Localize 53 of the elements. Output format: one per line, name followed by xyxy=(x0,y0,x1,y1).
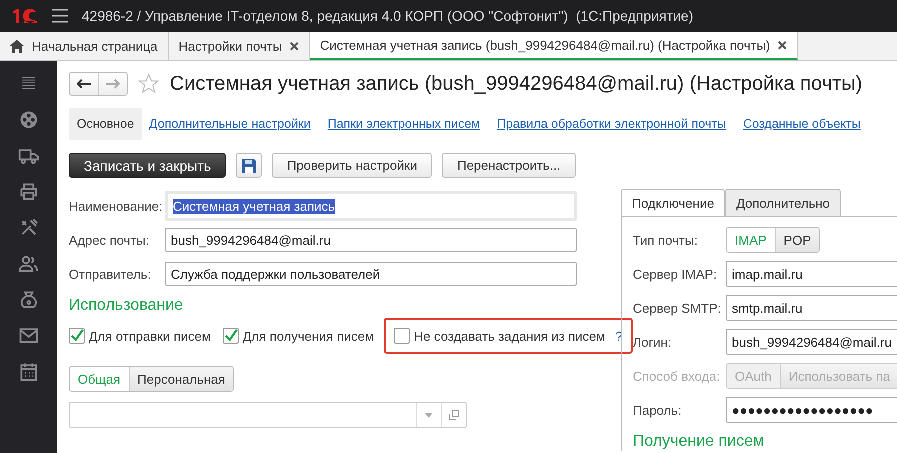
page-tab[interactable]: Системная учетная запись (bush_9994296484@mail.ru) (Настройка почты) xyxy=(310,32,798,60)
toggle-option[interactable]: POP xyxy=(774,228,820,252)
home-icon xyxy=(10,40,24,52)
form-title: Системная учетная запись (bush_9994296484@mail.ru) (Настройка почты) xyxy=(170,72,863,96)
toggle-option[interactable]: Персональная xyxy=(128,367,234,391)
field-label: Адрес почты: xyxy=(69,232,150,248)
command-button[interactable]: Проверить настройки xyxy=(272,153,432,178)
field-label: Тип почты: xyxy=(633,232,699,248)
checkbox-label[interactable]: Для отправки писем xyxy=(89,328,211,344)
checkbox-label[interactable]: Не создавать задания из писем xyxy=(414,328,606,344)
checkbox-label[interactable]: Для получения писем xyxy=(242,328,374,344)
logo-icon[interactable] xyxy=(12,8,38,24)
menu-icon[interactable] xyxy=(52,9,68,23)
people-icon[interactable] xyxy=(18,253,40,275)
section-link[interactable]: Правила обработки электронной почты xyxy=(497,117,726,131)
input-field[interactable]: bush_9994296484@mail.ru xyxy=(726,329,897,355)
input-field[interactable]: smtp.mail.ru xyxy=(726,295,897,321)
panel-tab[interactable]: Подключение xyxy=(621,189,726,216)
field-label: Логин: xyxy=(633,334,673,350)
back-arrow-icon xyxy=(77,79,91,89)
checkbox[interactable] xyxy=(394,328,410,344)
field-label: Пароль: xyxy=(633,402,683,418)
input-field[interactable]: Системная учетная запись xyxy=(165,191,577,221)
section-link[interactable]: Папки электронных писем xyxy=(328,117,480,131)
section-heading: Использование xyxy=(69,297,184,315)
field-label: Сервер SMTP: xyxy=(633,300,722,316)
window-title: 42986-2 / Управление IT-отделом 8, редакция 4.0 КОРП (ООО "Софтонит") (1С:Предприятие) xyxy=(82,8,694,24)
section-link[interactable]: Созданные объекты xyxy=(743,117,861,131)
save-close-button[interactable]: Записать и закрыть xyxy=(69,153,226,178)
input-field[interactable]: Служба поддержки пользователей xyxy=(165,262,577,286)
section-link[interactable]: Основное xyxy=(69,108,142,140)
open-icon[interactable] xyxy=(448,410,460,420)
input-field[interactable]: ●●●●●●●●●●●●●●●●●● xyxy=(726,397,897,423)
section-link[interactable]: Дополнительные настройки xyxy=(149,117,311,131)
section-heading: Получение писем xyxy=(633,433,766,451)
close-icon[interactable] xyxy=(778,40,788,50)
star-icon[interactable] xyxy=(138,73,160,95)
forward-arrow-icon xyxy=(106,79,120,89)
checkbox[interactable] xyxy=(69,328,85,344)
field-label: Наименование: xyxy=(69,198,164,214)
close-icon[interactable] xyxy=(290,42,300,50)
floppy-icon xyxy=(242,158,256,172)
input-field[interactable]: bush_9994296484@mail.ru xyxy=(165,228,577,252)
save-button[interactable] xyxy=(236,153,262,178)
checkbox[interactable] xyxy=(222,328,239,344)
field-label: Сервер IMAP: xyxy=(633,266,718,282)
field-label: Способ входа: xyxy=(633,368,722,384)
input-field[interactable]: imap.mail.ru xyxy=(726,261,897,287)
page-tab[interactable]: Начальная страница xyxy=(0,32,169,60)
panel-tab[interactable]: Дополнительно xyxy=(725,189,842,216)
field-label: Отправитель: xyxy=(69,266,152,282)
command-button[interactable]: Перенастроить... xyxy=(442,153,576,178)
dropdown-field[interactable] xyxy=(69,402,467,428)
